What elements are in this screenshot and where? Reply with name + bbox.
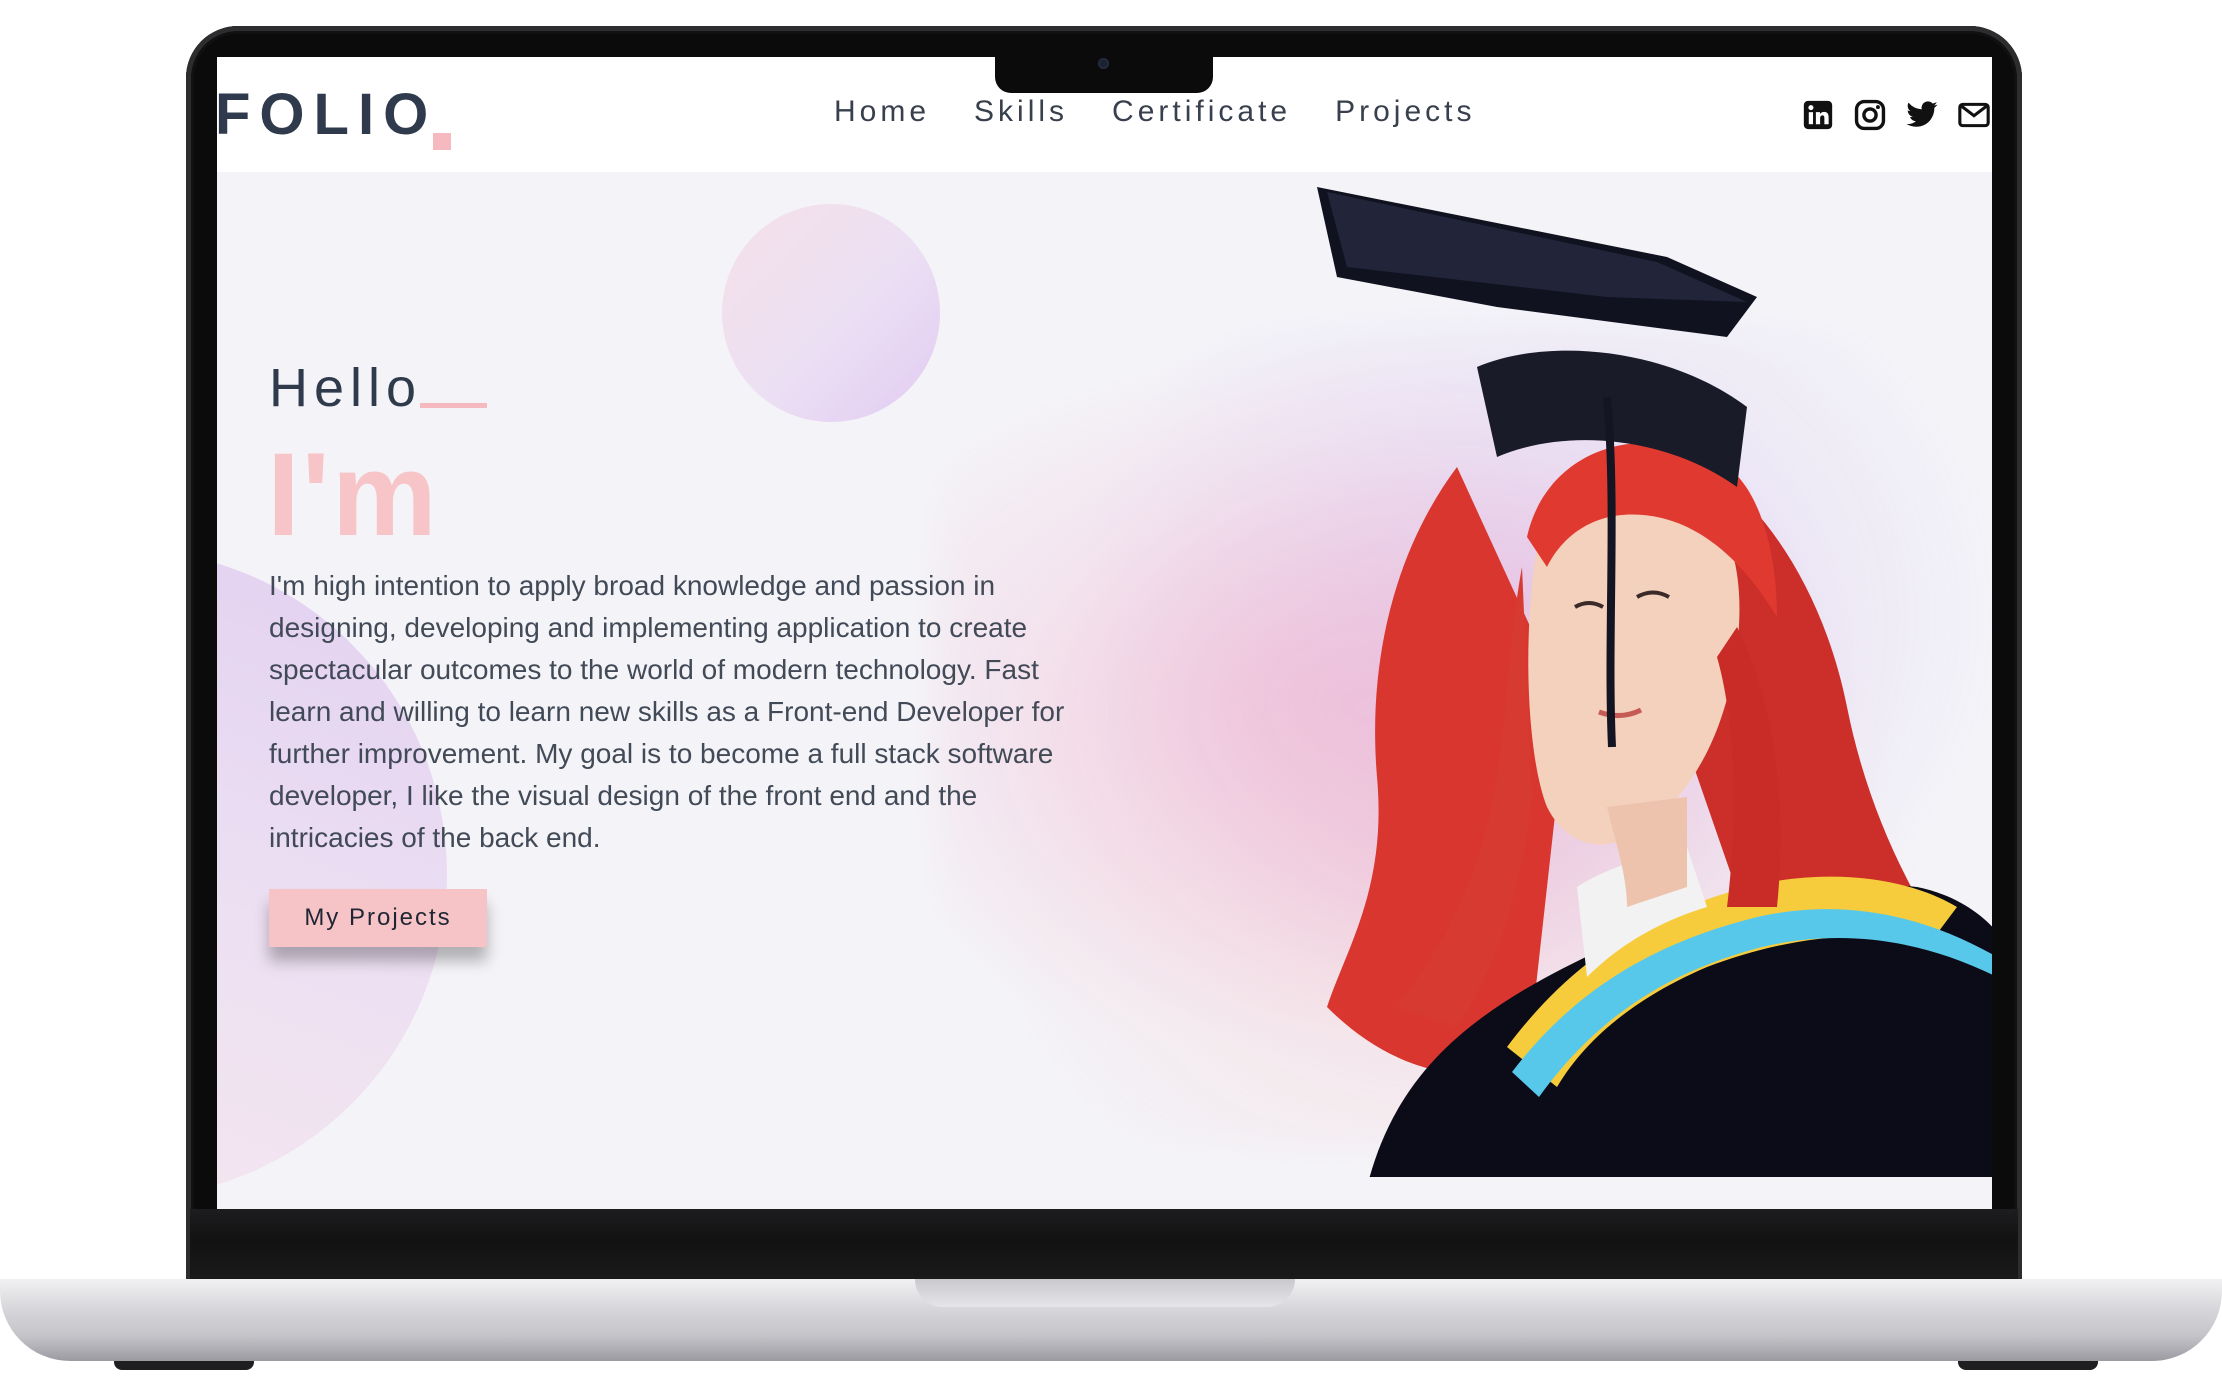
- logo[interactable]: FOLIO: [217, 81, 437, 148]
- social-links: [1801, 98, 1992, 132]
- nav-home[interactable]: Home: [834, 95, 930, 129]
- twitter-icon[interactable]: [1905, 98, 1939, 132]
- greeting-underline: [420, 403, 487, 408]
- laptop-base-notch: [915, 1279, 1295, 1307]
- instagram-icon[interactable]: [1853, 98, 1887, 132]
- hero-headline: I'm: [267, 429, 439, 561]
- nav-links: Home Skills Certificate Projects: [834, 95, 1519, 129]
- laptop-hinge: [190, 1209, 2018, 1279]
- laptop-foot-right: [1958, 1361, 2098, 1370]
- laptop-foot-left: [114, 1361, 254, 1370]
- nav-certificate[interactable]: Certificate: [1112, 95, 1291, 129]
- decorative-circle-top: [722, 204, 940, 422]
- camera-icon: [1098, 58, 1109, 69]
- my-projects-button[interactable]: My Projects: [269, 889, 487, 947]
- laptop-screen: FOLIO Home Skills Certificate Projects H…: [217, 57, 1992, 1209]
- graduation-portrait-illustration: [1317, 187, 1992, 1177]
- mail-icon[interactable]: [1957, 98, 1991, 132]
- nav-skills[interactable]: Skills: [974, 95, 1068, 129]
- nav-projects[interactable]: Projects: [1335, 95, 1475, 129]
- hero-greeting: Hello: [269, 358, 423, 418]
- linkedin-icon[interactable]: [1801, 98, 1835, 132]
- hero-bio: I'm high intention to apply broad knowle…: [269, 570, 1065, 853]
- logo-dot: [433, 133, 451, 150]
